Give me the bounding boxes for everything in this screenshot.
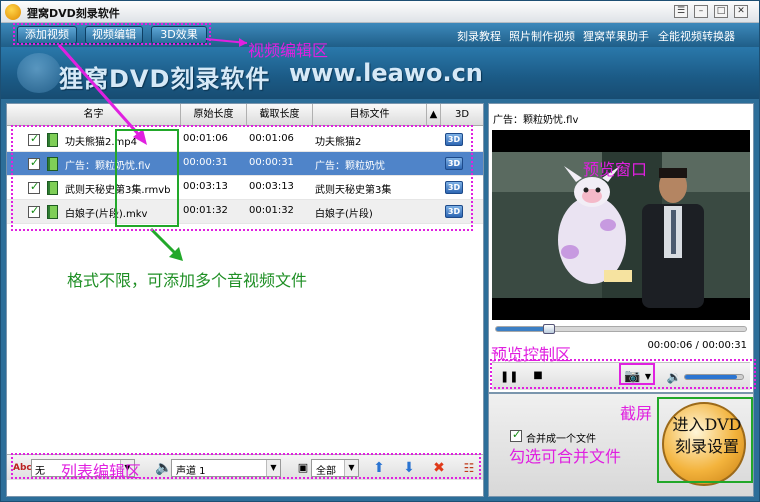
annotation-arrows xyxy=(57,38,248,261)
annotation-list-edit-area: 列表编辑区 xyxy=(61,462,142,481)
annotation-arrowhead xyxy=(239,38,247,47)
annotation-arrow xyxy=(57,44,141,136)
annotation-formats-note: 格式不限，可添加多个音视频文件 xyxy=(67,271,308,290)
annotation-preview-controls: 预览控制区 xyxy=(491,345,572,364)
annotation-preview-window: 预览窗口 xyxy=(583,160,648,179)
annotation-merge-note: 勾选可合并文件 xyxy=(509,447,622,466)
annotation-arrow-green xyxy=(149,227,179,257)
annotation-screenshot: 截屏 xyxy=(620,404,653,423)
app-window: 狸窝DVD刻录软件 ☰ – □ ✕ 添加视频 视频编辑 3D效果 刻录教程 照片… xyxy=(0,0,760,502)
